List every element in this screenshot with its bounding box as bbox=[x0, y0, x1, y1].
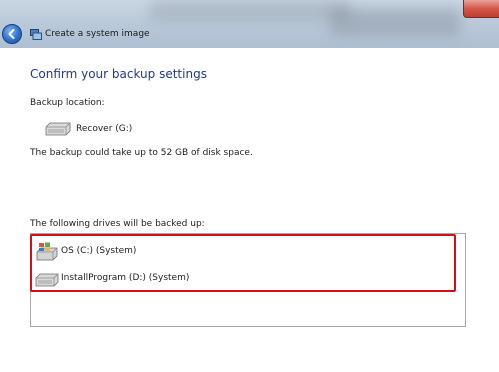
list-item-installprogram-drive: InstallProgram (D:) (System) bbox=[32, 269, 332, 291]
hard-drive-icon bbox=[45, 122, 71, 136]
background-blur bbox=[330, 8, 460, 36]
hard-drive-icon bbox=[35, 273, 59, 287]
close-button[interactable] bbox=[463, 0, 499, 18]
window-title: Create a system image bbox=[45, 29, 150, 39]
background-blur bbox=[150, 0, 350, 22]
back-button[interactable] bbox=[2, 24, 22, 44]
list-item-os-drive: OS (C:) (System) bbox=[32, 242, 332, 264]
drive-label: OS (C:) (System) bbox=[61, 246, 137, 256]
backup-location-value: Recover (G:) bbox=[76, 124, 133, 134]
backup-location-label: Backup location: bbox=[30, 98, 105, 108]
back-arrow-icon bbox=[8, 29, 15, 39]
system-image-app-icon bbox=[30, 29, 42, 40]
title-bar: Create a system image bbox=[0, 0, 499, 48]
disk-space-message: The backup could take up to 52 GB of dis… bbox=[30, 148, 253, 158]
drive-label: InstallProgram (D:) (System) bbox=[61, 273, 190, 283]
windows-drive-icon bbox=[36, 242, 58, 261]
drives-list-label: The following drives will be backed up: bbox=[30, 219, 205, 229]
page-heading: Confirm your backup settings bbox=[30, 67, 207, 81]
